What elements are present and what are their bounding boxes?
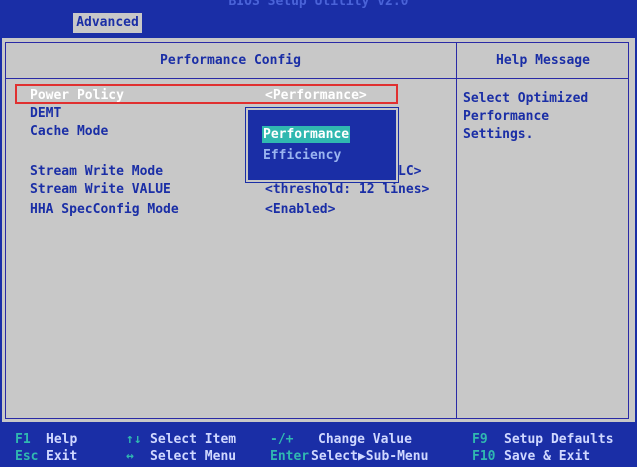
option-popup: Performance Efficiency xyxy=(245,107,399,183)
footer-desc-setup-defaults: Setup Defaults xyxy=(504,432,614,447)
setting-label-stream-write-mode[interactable]: Stream Write Mode xyxy=(30,164,163,179)
help-title: Help Message xyxy=(496,53,590,68)
panel-divider-vertical xyxy=(456,42,457,419)
setting-label-cache-mode[interactable]: Cache Mode xyxy=(30,124,108,139)
footer-desc-select-submenu: Select▶Sub-Menu xyxy=(311,449,429,464)
footer-key-f10: F10 xyxy=(472,449,496,464)
section-title: Performance Config xyxy=(160,53,301,68)
setting-label-demt[interactable]: DEMT xyxy=(30,106,61,121)
footer-desc-exit: Exit xyxy=(46,449,78,464)
setting-label-hha-specconfig-mode[interactable]: HHA SpecConfig Mode xyxy=(30,202,179,217)
footer-key-leftright-arrow-icon: ↔ xyxy=(126,449,134,464)
footer-desc-change-value: Change Value xyxy=(318,432,412,447)
tab-advanced[interactable]: Advanced xyxy=(73,13,142,33)
footer-key-f9: F9 xyxy=(472,432,488,447)
footer-desc-select-item: Select Item xyxy=(150,432,237,447)
footer-key-minus-plus: -/+ xyxy=(270,432,294,447)
footer-key-esc: Esc xyxy=(15,449,39,464)
footer-key-updown-arrow-icon: ↑↓ xyxy=(126,432,142,447)
footer-bar: F1 Help Esc Exit ↑↓ Select Item ↔ Select… xyxy=(0,424,637,467)
footer-key-f1: F1 xyxy=(15,432,31,447)
footer-desc-save-exit: Save & Exit xyxy=(504,449,591,464)
setting-value-hha-specconfig-mode[interactable]: <Enabled> xyxy=(265,202,335,217)
setting-value-power-policy[interactable]: <Performance> xyxy=(265,88,367,103)
top-bar: BIOS Setup Utility v2.0 Advanced xyxy=(0,0,637,33)
setting-value-stream-write-mode[interactable]: LC> xyxy=(398,164,421,179)
popup-option-efficiency[interactable]: Efficiency xyxy=(262,147,342,164)
popup-option-performance[interactable]: Performance xyxy=(262,126,351,143)
setting-label-stream-write-value[interactable]: Stream Write VALUE xyxy=(30,182,171,197)
bios-title: BIOS Setup Utility v2.0 xyxy=(228,0,409,9)
help-text: Select Optimized Performance Settings. xyxy=(463,91,589,142)
panel-divider-horizontal xyxy=(5,78,629,79)
setting-value-stream-write-value[interactable]: <threshold: 12 lines> xyxy=(265,182,429,197)
footer-desc-help: Help xyxy=(46,432,78,447)
footer-key-enter: Enter xyxy=(270,449,310,464)
setting-label-power-policy[interactable]: Power Policy xyxy=(30,88,124,103)
footer-desc-select-menu: Select Menu xyxy=(150,449,237,464)
